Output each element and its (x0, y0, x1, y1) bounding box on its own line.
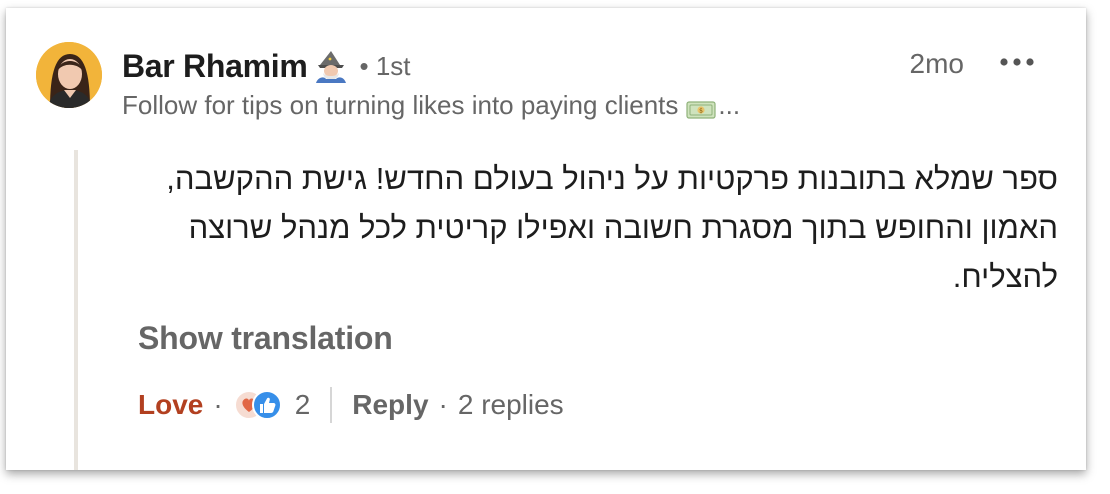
more-options-icon (1000, 58, 1034, 66)
headline-ellipsis: ... (718, 90, 741, 120)
separator-dot: · (438, 389, 448, 420)
comment-actions: Love · 2 Reply · 2 replies (138, 384, 564, 426)
reaction-count[interactable]: 2 (295, 389, 311, 421)
author-avatar[interactable] (36, 42, 102, 108)
replies-link[interactable]: 2 replies (458, 389, 564, 421)
show-translation-link[interactable]: Show translation (138, 320, 393, 357)
comment-card: Bar Rhamim • 1st Follow for tips on turn… (6, 8, 1086, 470)
reactions-summary[interactable] (233, 389, 285, 421)
separator-dot: · (213, 389, 223, 420)
love-reaction-button[interactable]: Love (138, 389, 203, 421)
wizard-emoji-icon (314, 49, 348, 83)
svg-text:$: $ (699, 107, 703, 114)
avatar-photo (36, 42, 102, 108)
headline-text: Follow for tips on turning likes into pa… (122, 90, 679, 120)
connection-degree: • 1st (359, 50, 411, 81)
author-row: Bar Rhamim • 1st (122, 46, 411, 86)
reply-button[interactable]: Reply (352, 389, 428, 421)
money-bag-emoji-icon: $ (686, 96, 716, 119)
author-headline: Follow for tips on turning likes into pa… (122, 90, 740, 121)
author-name[interactable]: Bar Rhamim (122, 48, 308, 85)
more-options-button[interactable] (992, 50, 1042, 74)
love-like-reaction-icons (233, 390, 282, 420)
comment-timestamp: 2mo (909, 48, 964, 79)
actions-divider (330, 387, 333, 423)
comment-text: ספר שמלא בתובנות פרקטיות על ניהול בעולם … (166, 161, 1058, 294)
thread-line (74, 150, 78, 470)
